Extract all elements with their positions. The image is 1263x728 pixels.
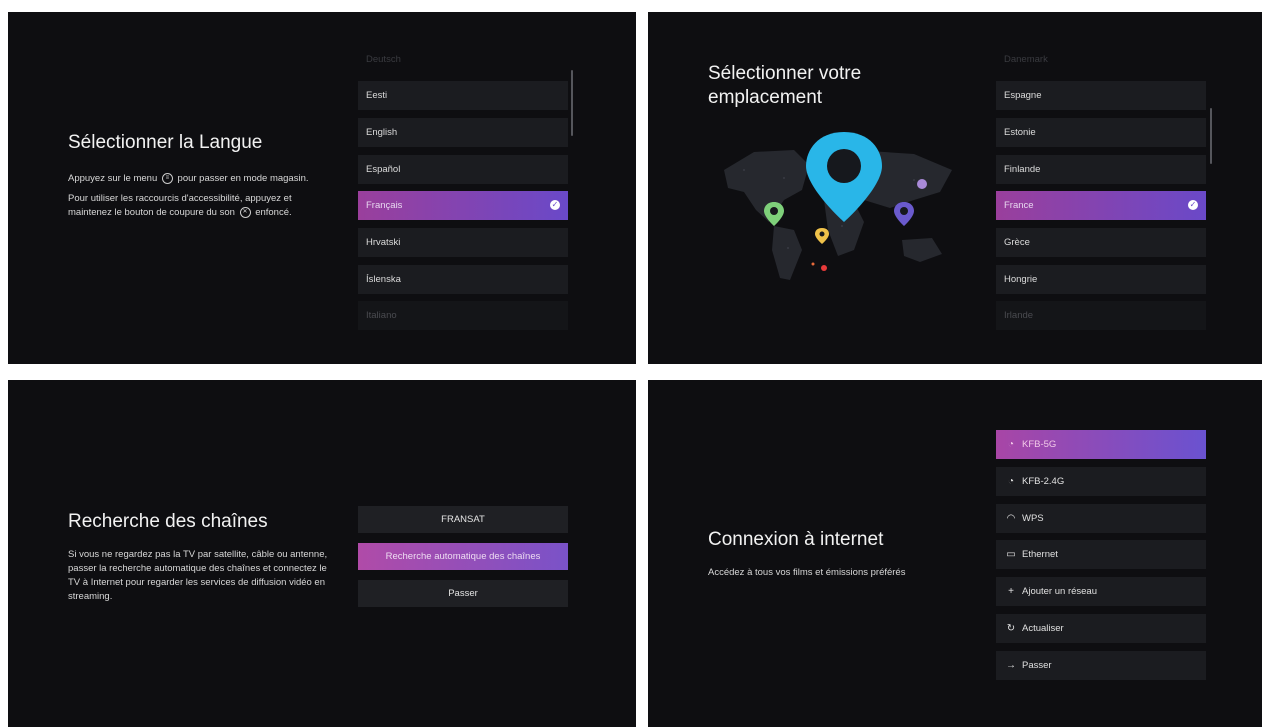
list-item[interactable]: Danemark [996,45,1206,74]
continent-australia [902,238,942,262]
world-map-illustration [724,132,952,280]
list-item[interactable]: Íslenska [358,265,568,294]
check-icon: ✓ [550,200,560,210]
network-item-kfb-5g[interactable]: ◔ KFB-5G [996,430,1206,459]
wifi-lock-icon: ◔ [1007,476,1015,487]
list-item[interactable]: Finlande [996,155,1206,184]
auto-search-button[interactable]: Recherche automatique des chaînes [358,543,568,570]
page-title: Sélectionner la Langue [68,132,263,153]
network-item-wps[interactable]: ◠ WPS [996,504,1206,533]
map-dot [917,179,927,189]
title-line: Sélectionner votre [708,63,862,84]
wifi-lock-icon: ◔ [1007,439,1015,450]
network-label: KFB-2.4G [1022,476,1065,487]
list-item-selected[interactable]: France ✓ [996,191,1206,220]
desc-text: pour passer en mode magasin. [177,173,309,184]
page-description: Accédez à tous vos films et émissions pr… [708,567,906,578]
wifi-icon: ◠ [1006,513,1016,524]
menu-button-icon: ≡ [161,172,173,184]
skip-button[interactable]: → Passer [996,651,1206,680]
list-item[interactable]: Espagne [996,81,1206,110]
page-title: Sélectionner votre emplacement [708,62,861,110]
list-item[interactable]: Irlande [996,301,1206,330]
network-label: Ethernet [1022,549,1058,560]
skip-button[interactable]: Passer [358,580,568,607]
channel-search-screen: Recherche des chaînes Si vous ne regarde… [8,380,636,727]
list-item[interactable]: Español [358,155,568,184]
check-icon: ✓ [1188,200,1198,210]
location-screen: Sélectionner votre emplacement Danemark … [648,12,1262,364]
desc-text: enfoncé. [255,207,292,218]
list-item-selected[interactable]: Français ✓ [358,191,568,220]
list-item[interactable]: Estonie [996,118,1206,147]
arrow-right-icon: → [1006,660,1016,671]
network-label: KFB-5G [1022,439,1057,450]
language-screen: Sélectionner la Langue Appuyez sur le me… [8,12,636,364]
add-network-button[interactable]: + Ajouter un réseau [996,577,1206,606]
refresh-icon: ↻ [1006,623,1016,634]
scrollbar[interactable] [571,70,573,136]
plus-icon: + [1008,586,1014,597]
network-item-ethernet[interactable]: ▭ Ethernet [996,540,1206,569]
title-line: emplacement [708,87,823,108]
fransat-button[interactable]: FRANSAT [358,506,568,533]
list-item-label: Français [366,200,403,211]
list-item[interactable]: English [358,118,568,147]
page-description: Appuyez sur le menu ≡ pour passer en mod… [68,172,323,226]
page-description: Si vous ne regardez pas la TV par satell… [68,549,328,602]
network-label: Ajouter un réseau [1022,586,1097,597]
mute-button-icon: ✕ [239,206,251,218]
list-item-label: France [1004,200,1034,211]
desc-text: Appuyez sur le menu [68,173,158,184]
list-item[interactable]: Deutsch [358,45,568,74]
list-item[interactable]: Eesti [358,81,568,110]
network-label: WPS [1022,513,1044,524]
network-item-kfb-2-4g[interactable]: ◔ KFB-2.4G [996,467,1206,496]
map-dot [821,265,827,271]
list-item[interactable]: Italiano [358,301,568,330]
list-item[interactable]: Hongrie [996,265,1206,294]
continent-south-america [772,226,802,280]
map-dot [811,262,815,266]
list-item[interactable]: Grèce [996,228,1206,257]
network-label: Actualiser [1022,623,1064,634]
ethernet-icon: ▭ [1006,549,1016,560]
page-title: Recherche des chaînes [68,511,268,532]
refresh-button[interactable]: ↻ Actualiser [996,614,1206,643]
scrollbar[interactable] [1210,108,1212,164]
network-label: Passer [1022,660,1052,671]
internet-connection-screen: Connexion à internet Accédez à tous vos … [648,380,1262,727]
page-title: Connexion à internet [708,529,884,550]
list-item[interactable]: Hrvatski [358,228,568,257]
